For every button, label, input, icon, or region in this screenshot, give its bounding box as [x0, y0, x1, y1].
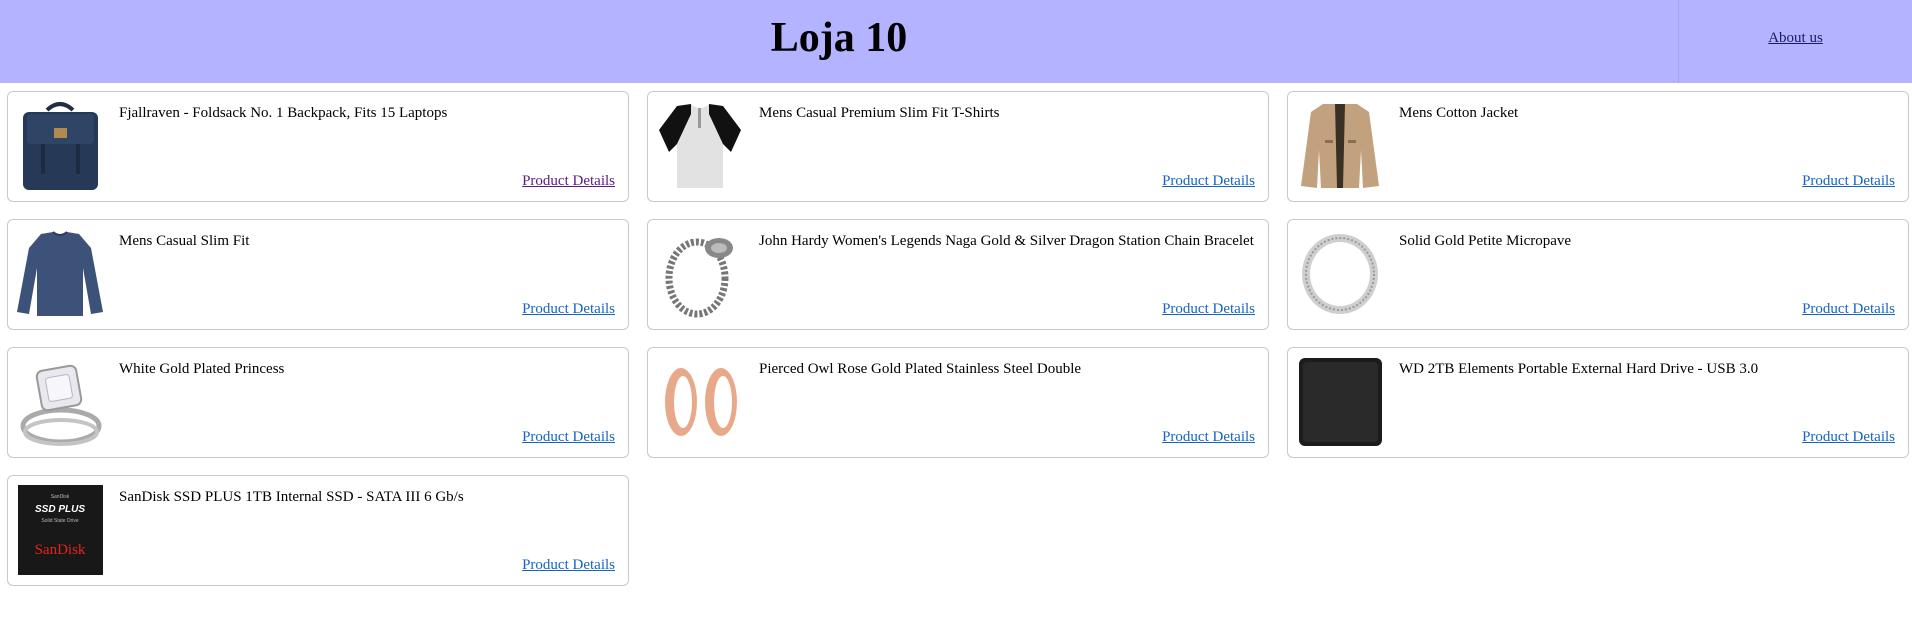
- product-name: Pierced Owl Rose Gold Plated Stainless S…: [759, 361, 1082, 377]
- product-card: White Gold Plated Princess Product Detai…: [7, 347, 629, 458]
- product-card: Mens Casual Premium Slim Fit T-Shirts Pr…: [647, 91, 1269, 202]
- product-card: Mens Cotton Jacket Product Details: [1287, 91, 1909, 202]
- product-details-link[interactable]: Product Details: [522, 173, 615, 190]
- product-card: SanDisk SSD PLUS Solid State Drive SanDi…: [7, 475, 629, 586]
- product-name: SanDisk SSD PLUS 1TB Internal SSD - SATA…: [119, 489, 464, 505]
- tshirt-icon: [657, 100, 744, 192]
- about-us-link[interactable]: About us: [1679, 30, 1912, 47]
- product-name: Mens Cotton Jacket: [1399, 105, 1519, 121]
- product-details-link[interactable]: Product Details: [1162, 173, 1255, 190]
- ssd-label-model: SSD PLUS: [35, 504, 85, 515]
- product-card: WD 2TB Elements Portable External Hard D…: [1287, 347, 1909, 458]
- diamond-ring-icon: [17, 356, 104, 448]
- product-details-link[interactable]: Product Details: [1802, 429, 1895, 446]
- product-details-link[interactable]: Product Details: [1802, 173, 1895, 190]
- product-card: Fjallraven - Foldsack No. 1 Backpack, Fi…: [7, 91, 629, 202]
- longsleeve-icon: [17, 228, 104, 320]
- jacket-icon: [1297, 100, 1384, 192]
- product-card: Solid Gold Petite Micropave Product Deta…: [1287, 219, 1909, 330]
- backpack-icon: [17, 100, 104, 192]
- ssd-label-sub: Solid State Drive: [41, 518, 78, 524]
- product-card: John Hardy Women's Legends Naga Gold & S…: [647, 219, 1269, 330]
- ssd-icon: SanDisk SSD PLUS Solid State Drive SanDi…: [17, 484, 104, 576]
- product-card: Pierced Owl Rose Gold Plated Stainless S…: [647, 347, 1269, 458]
- product-details-link[interactable]: Product Details: [1162, 301, 1255, 318]
- ssd-label-top: SanDisk: [51, 494, 70, 500]
- product-name: Solid Gold Petite Micropave: [1399, 233, 1572, 249]
- product-grid: Fjallraven - Foldsack No. 1 Backpack, Fi…: [7, 91, 1909, 586]
- product-name: Mens Casual Slim Fit: [119, 233, 250, 249]
- product-details-link[interactable]: Product Details: [1802, 301, 1895, 318]
- ring-icon: [1297, 228, 1384, 320]
- earrings-icon: [657, 356, 744, 448]
- product-name: WD 2TB Elements Portable External Hard D…: [1399, 361, 1759, 377]
- product-name: Fjallraven - Foldsack No. 1 Backpack, Fi…: [119, 105, 448, 121]
- page-title: Loja 10: [770, 15, 908, 61]
- bracelet-icon: [657, 228, 744, 320]
- product-details-link[interactable]: Product Details: [522, 557, 615, 574]
- product-details-link[interactable]: Product Details: [522, 429, 615, 446]
- product-details-link[interactable]: Product Details: [1162, 429, 1255, 446]
- product-card: Mens Casual Slim Fit Product Details: [7, 219, 629, 330]
- product-name: Mens Casual Premium Slim Fit T-Shirts: [759, 105, 1000, 121]
- ssd-label-brand: SanDisk: [35, 542, 86, 558]
- site-header: Loja 10 About us: [0, 0, 1912, 83]
- hard-drive-icon: [1297, 356, 1384, 448]
- product-name: White Gold Plated Princess: [119, 361, 285, 377]
- product-details-link[interactable]: Product Details: [522, 301, 615, 318]
- product-name: John Hardy Women's Legends Naga Gold & S…: [759, 233, 1254, 249]
